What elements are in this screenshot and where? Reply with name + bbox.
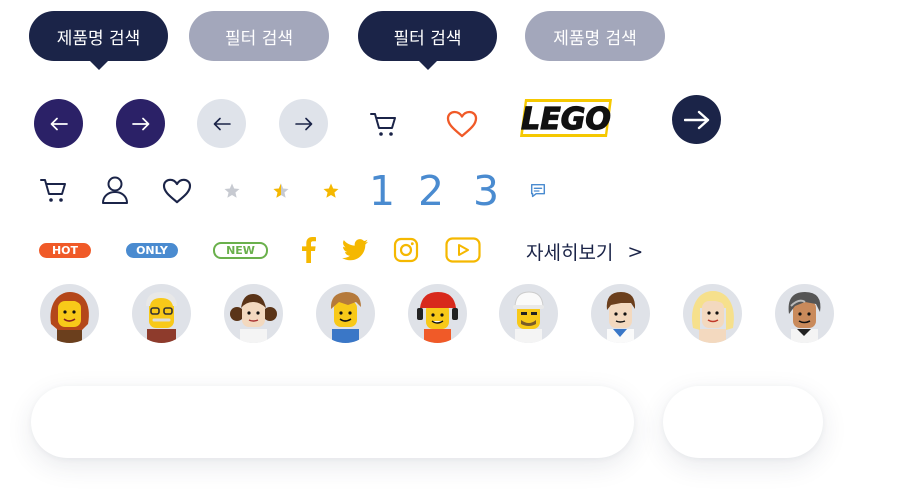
chat-icon[interactable] xyxy=(528,181,548,201)
badge-only: ONLY xyxy=(126,243,178,258)
page-number-1[interactable]: 1 xyxy=(369,171,395,212)
search-card-wide[interactable] xyxy=(31,386,634,458)
prev-button-dark[interactable] xyxy=(34,99,83,148)
minifig-brown-hair-icon xyxy=(606,292,636,343)
avatar[interactable] xyxy=(316,284,375,343)
tooltip-label: 제품명 검색 xyxy=(56,28,141,49)
cart-icon[interactable] xyxy=(38,174,70,206)
facebook-icon[interactable] xyxy=(297,236,321,264)
minifig-blond-boy-icon xyxy=(330,292,361,343)
avatar[interactable] xyxy=(40,284,99,343)
arrow-right-icon xyxy=(131,117,149,130)
tooltip-filter-search-dark[interactable]: 필터 검색 xyxy=(358,11,497,70)
star-full-icon xyxy=(321,182,341,200)
page-number-3[interactable]: 3 xyxy=(473,171,499,212)
lego-logo: LEGO xyxy=(517,97,615,139)
avatar[interactable] xyxy=(224,284,283,343)
next-button-dark[interactable] xyxy=(116,99,165,148)
tooltip-product-search-grey[interactable]: 제품명 검색 xyxy=(525,11,665,61)
heart-icon[interactable] xyxy=(445,108,479,140)
tooltip-label: 제품명 검색 xyxy=(553,28,637,49)
prev-button-light[interactable] xyxy=(197,99,246,148)
instagram-icon[interactable] xyxy=(392,236,419,263)
search-card-small[interactable] xyxy=(663,386,823,458)
arrow-left-icon xyxy=(213,117,231,130)
chevron-right-icon: > xyxy=(627,240,644,263)
twitter-icon[interactable] xyxy=(341,237,368,263)
badge-hot: HOT xyxy=(39,243,91,258)
avatar[interactable] xyxy=(775,284,834,343)
minifig-construction-helmet-icon xyxy=(417,292,458,343)
tooltip-label: 필터 검색 xyxy=(393,28,462,49)
minifig-red-hair-icon xyxy=(50,292,89,343)
page-number-2[interactable]: 2 xyxy=(418,171,444,212)
more-link[interactable]: 자세히보기 > xyxy=(526,238,643,265)
tooltip-tail xyxy=(88,60,109,70)
avatar[interactable] xyxy=(591,284,650,343)
avatar[interactable] xyxy=(408,284,467,343)
avatar[interactable] xyxy=(499,284,558,343)
cart-icon[interactable] xyxy=(368,108,400,140)
youtube-icon[interactable] xyxy=(444,237,481,263)
minifig-blonde-woman-icon xyxy=(692,291,734,343)
arrow-left-icon xyxy=(50,117,68,130)
next-button-light[interactable] xyxy=(279,99,328,148)
minifig-grey-hair-icon xyxy=(788,292,821,343)
tooltip-tail xyxy=(417,60,438,70)
minifig-leia-buns-icon xyxy=(230,294,277,343)
more-link-label: 자세히보기 xyxy=(526,242,614,264)
star-half-icon xyxy=(271,182,291,200)
arrow-right-icon xyxy=(683,110,709,129)
tooltip-filter-search-grey[interactable]: 필터 검색 xyxy=(189,11,329,61)
avatar[interactable] xyxy=(683,284,742,343)
star-empty-icon xyxy=(222,182,242,200)
arrow-right-icon xyxy=(294,117,312,130)
logo-text: LEGO xyxy=(521,102,611,137)
user-icon[interactable] xyxy=(99,174,131,206)
tooltip-label: 필터 검색 xyxy=(225,28,293,49)
tooltip-product-search-dark[interactable]: 제품명 검색 xyxy=(29,11,168,70)
next-button-large[interactable] xyxy=(672,95,721,144)
heart-icon[interactable] xyxy=(161,176,193,206)
minifig-glasses-grandpa-icon xyxy=(146,292,177,343)
badge-new: NEW xyxy=(213,242,268,259)
avatar[interactable] xyxy=(132,284,191,343)
minifig-white-cap-icon xyxy=(513,291,544,343)
